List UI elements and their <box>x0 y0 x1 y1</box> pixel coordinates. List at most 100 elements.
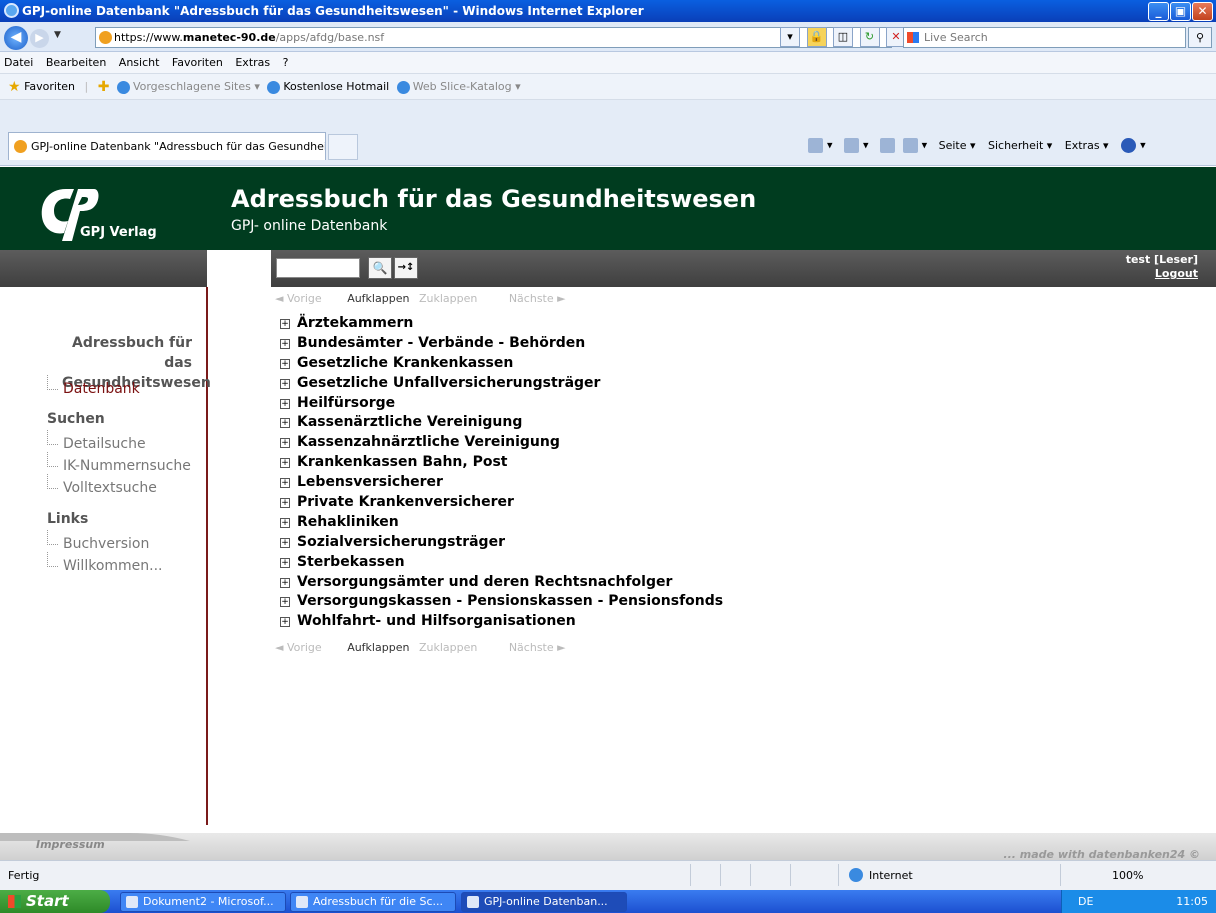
pager-expand[interactable]: Aufklappen <box>347 292 409 305</box>
expand-plus-icon[interactable]: + <box>280 458 290 469</box>
menu-datei[interactable]: Datei <box>4 56 33 69</box>
expand-plus-icon[interactable]: + <box>280 319 290 329</box>
menu-bearbeiten[interactable]: Bearbeiten <box>46 56 106 69</box>
pager-collapse[interactable]: Zuklappen <box>419 292 477 305</box>
sidebar-item-willkommen[interactable]: Willkommen... <box>41 552 163 574</box>
pager-collapse[interactable]: Zuklappen <box>419 641 477 654</box>
cmd-extras[interactable]: Extras ▾ <box>1065 139 1109 152</box>
category-item[interactable]: + Ärztekammern <box>280 314 723 334</box>
category-label[interactable]: Versorgungsämter und deren Rechtsnachfol… <box>297 574 672 590</box>
impressum-link[interactable]: Impressum <box>36 838 105 851</box>
address-bar[interactable]: https://www.manetec-90.de/apps/afdg/base… <box>95 27 892 48</box>
pager-prev[interactable]: ◄ Vorige <box>275 641 322 654</box>
category-label[interactable]: Gesetzliche Krankenkassen <box>297 355 513 371</box>
category-item[interactable]: + Lebensversicherer <box>280 473 723 493</box>
category-item[interactable]: + Versorgungsämter und deren Rechtsnachfo… <box>280 573 723 593</box>
category-label[interactable]: Sozialversicherungsträger <box>297 534 505 550</box>
category-item[interactable]: + Kassenzahnärztliche Vereinigung <box>280 433 723 453</box>
expand-plus-icon[interactable]: + <box>280 557 290 568</box>
expand-plus-icon[interactable]: + <box>280 378 290 389</box>
category-label[interactable]: Wohlfahrt- und Hilfsorganisationen <box>297 613 576 629</box>
pager-next[interactable]: Nächste ► <box>509 641 566 654</box>
expand-plus-icon[interactable]: + <box>280 478 290 489</box>
taskbar-item-word[interactable]: Dokument2 - Microsof... <box>120 892 286 912</box>
taskbar-item-ie-gpj[interactable]: GPJ-online Datenban... <box>461 892 627 912</box>
back-button[interactable]: ◀ <box>4 26 28 50</box>
expand-plus-icon[interactable]: + <box>280 517 290 528</box>
cmd-sicherheit[interactable]: Sicherheit ▾ <box>988 139 1052 152</box>
tab-active[interactable]: GPJ-online Datenbank "Adressbuch für das… <box>8 132 326 160</box>
category-item[interactable]: + Krankenkassen Bahn, Post <box>280 453 723 473</box>
history-dropdown[interactable]: ▼ <box>54 30 61 40</box>
pager-prev[interactable]: ◄ Vorige <box>275 292 322 305</box>
minimize-button[interactable]: _ <box>1148 2 1169 21</box>
expand-plus-icon[interactable]: + <box>280 438 290 449</box>
category-item[interactable]: + Private Krankenversicherer <box>280 493 723 513</box>
fav-hotmail[interactable]: Kostenlose Hotmail <box>283 80 389 93</box>
category-item[interactable]: + Versorgungskassen - Pensionskassen - Pe… <box>280 592 723 612</box>
category-item[interactable]: + Rehakliniken <box>280 513 723 533</box>
category-label[interactable]: Krankenkassen Bahn, Post <box>297 454 507 470</box>
sidebar-item-ik-nummernsuche[interactable]: IK-Nummernsuche <box>41 452 191 474</box>
sidebar-item-buchversion[interactable]: Buchversion <box>41 530 149 552</box>
menu-favoriten[interactable]: Favoriten <box>172 56 223 69</box>
expand-plus-icon[interactable]: + <box>280 358 290 369</box>
zoom-level[interactable]: 100% <box>1112 869 1143 882</box>
print-icon[interactable] <box>902 138 918 153</box>
category-item[interactable]: + Bundesämter - Verbände - Behörden <box>280 334 723 354</box>
lock-icon[interactable]: 🔒 <box>806 27 827 47</box>
expand-plus-icon[interactable]: + <box>280 537 290 548</box>
category-item[interactable]: + Wohlfahrt- und Hilfsorganisationen <box>280 612 723 632</box>
expand-plus-icon[interactable]: + <box>280 498 290 509</box>
expand-plus-icon[interactable]: + <box>280 338 290 349</box>
category-item[interactable]: + Heilfürsorge <box>280 394 723 414</box>
category-label[interactable]: Rehakliniken <box>297 514 399 530</box>
forward-button[interactable]: ▶ <box>30 29 49 48</box>
new-tab-button[interactable] <box>328 134 358 160</box>
menu-help[interactable]: ? <box>283 56 289 69</box>
category-label[interactable]: Lebensversicherer <box>297 474 443 490</box>
category-item[interactable]: + Gesetzliche Unfallversicherungsträger <box>280 374 723 394</box>
category-label[interactable]: Heilfürsorge <box>297 395 395 411</box>
expand-plus-icon[interactable]: + <box>280 577 290 588</box>
search-icon[interactable]: ⚲ <box>1188 27 1212 48</box>
home-icon[interactable] <box>808 138 823 153</box>
search-button[interactable]: 🔍 <box>368 257 392 279</box>
mail-icon[interactable] <box>880 138 896 153</box>
menu-extras[interactable]: Extras <box>235 56 270 69</box>
category-item[interactable]: + Gesetzliche Krankenkassen <box>280 354 723 374</box>
pager-expand[interactable]: Aufklappen <box>347 641 409 654</box>
maximize-button[interactable]: ▣ <box>1170 2 1191 21</box>
category-item[interactable]: + Sozialversicherungsträger <box>280 533 723 553</box>
expand-plus-icon[interactable]: + <box>280 398 290 409</box>
refresh-icon[interactable]: ↻ <box>859 27 880 47</box>
category-label[interactable]: Private Krankenversicherer <box>297 494 514 510</box>
live-search-input[interactable]: Live Search <box>903 27 1186 48</box>
category-label[interactable]: Kassenzahnärztliche Vereinigung <box>297 434 560 450</box>
fav-suggested-sites[interactable]: Vorgeschlagene Sites ▾ <box>133 80 260 93</box>
close-button[interactable]: ✕ <box>1192 2 1213 21</box>
sidebar-item-datenbank[interactable]: Datenbank <box>41 375 140 397</box>
add-favorite-icon[interactable]: ✚ <box>98 74 110 100</box>
expand-plus-icon[interactable]: + <box>280 617 290 628</box>
cmd-seite[interactable]: Seite ▾ <box>939 139 976 152</box>
sidebar-item-volltextsuche[interactable]: Volltextsuche <box>41 474 157 496</box>
expand-plus-icon[interactable]: + <box>280 597 290 608</box>
help-icon[interactable] <box>1121 138 1137 153</box>
quick-search-input[interactable] <box>276 258 360 278</box>
security-zone[interactable]: Internet <box>849 868 913 882</box>
fav-webslice[interactable]: Web Slice-Katalog ▾ <box>413 80 521 93</box>
dropdown-arrow-icon[interactable]: ▾ <box>780 27 800 47</box>
sort-button[interactable]: →↕ <box>394 257 418 279</box>
expand-plus-icon[interactable]: + <box>280 418 290 429</box>
favorites-star-icon[interactable]: ★ <box>8 74 21 100</box>
taskbar-item-ie-adressbuch[interactable]: Adressbuch für die Sc... <box>290 892 456 912</box>
category-item[interactable]: + Kassenärztliche Vereinigung <box>280 413 723 433</box>
category-label[interactable]: Kassenärztliche Vereinigung <box>297 414 522 430</box>
menu-ansicht[interactable]: Ansicht <box>119 56 160 69</box>
category-label[interactable]: Sterbekassen <box>297 554 405 570</box>
language-indicator[interactable]: DE <box>1078 890 1093 913</box>
sidebar-item-detailsuche[interactable]: Detailsuche <box>41 430 146 452</box>
compatibility-icon[interactable]: ◫ <box>833 27 853 47</box>
category-label[interactable]: Bundesämter - Verbände - Behörden <box>297 335 585 351</box>
